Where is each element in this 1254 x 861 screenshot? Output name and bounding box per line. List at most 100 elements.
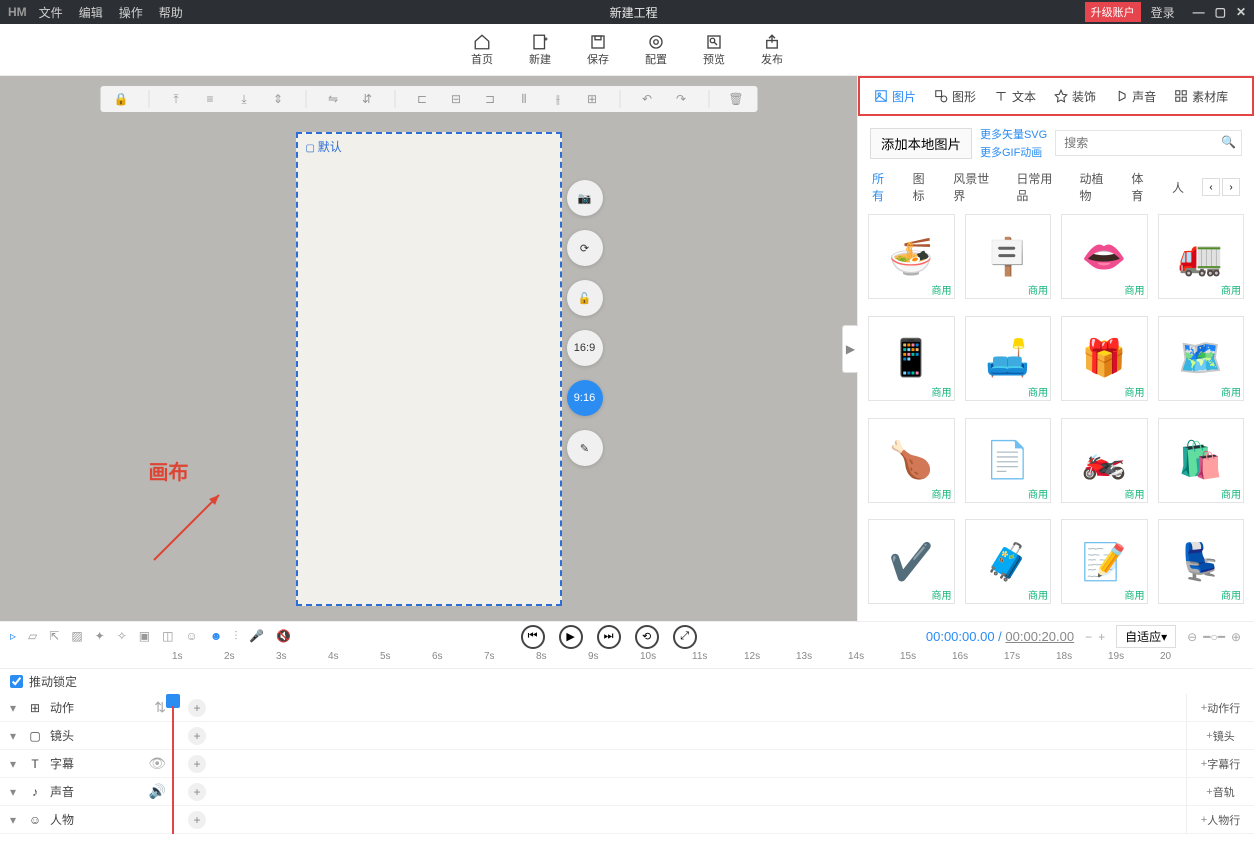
track-expand-button[interactable]: ▾ [6, 785, 20, 799]
cat-prev-button[interactable]: ‹ [1202, 178, 1220, 196]
prev-frame-button[interactable]: ⏮ [521, 625, 545, 649]
more-svg-link[interactable]: 更多矢量SVG [980, 126, 1047, 142]
undo-icon[interactable]: ↶ [638, 90, 656, 108]
frame-icon[interactable]: ◫ [162, 629, 173, 644]
asset-thumb[interactable]: 📝商用 [1061, 519, 1148, 604]
dist-v-icon[interactable]: ⫲ [549, 90, 567, 108]
menu-help[interactable]: 帮助 [159, 4, 183, 21]
pencil-icon[interactable]: ✎ [567, 430, 603, 466]
track-add-button[interactable]: 镜头 [1186, 722, 1254, 749]
asset-thumb[interactable]: 🗺️商用 [1158, 316, 1245, 401]
cat-sports[interactable]: 体育 [1131, 170, 1154, 204]
align-vcenter-icon[interactable]: ≡ [201, 90, 219, 108]
unlock-icon[interactable]: 🔓 [567, 280, 603, 316]
export-icon[interactable]: ⇱ [49, 629, 59, 644]
push-lock-checkbox[interactable] [10, 675, 23, 688]
toolbar-save[interactable]: 保存 [587, 33, 609, 67]
maximize-button[interactable]: ▢ [1215, 5, 1226, 19]
next-frame-button[interactable]: ⏭ [597, 625, 621, 649]
close-button[interactable]: ✕ [1236, 5, 1246, 19]
track-expand-button[interactable]: ▾ [6, 729, 20, 743]
align-bottom-icon[interactable]: ⤓ [235, 90, 253, 108]
login-button[interactable]: 登录 [1151, 4, 1175, 21]
asset-thumb[interactable]: 💺商用 [1158, 519, 1245, 604]
transition-icon[interactable]: ✦ [95, 629, 105, 644]
ruler-zoom-out-button[interactable]: ⊖ [1187, 630, 1197, 644]
track-add-keyframe[interactable]: + [188, 755, 206, 773]
dist-h-icon[interactable]: ⫴ [515, 90, 533, 108]
asset-thumb[interactable]: 👄商用 [1061, 214, 1148, 299]
panel-collapse-handle[interactable]: ▶ [842, 325, 858, 373]
fit-button[interactable]: 自适应 ▾ [1116, 625, 1176, 648]
rotate-icon[interactable]: ⟳ [567, 230, 603, 266]
upgrade-account-button[interactable]: 升级账户 [1085, 2, 1141, 22]
align-edges-icon[interactable]: ⊞ [583, 90, 601, 108]
cat-people[interactable]: 人 [1172, 179, 1184, 196]
track-add-button[interactable]: 人物行 [1186, 806, 1254, 833]
track-add-keyframe[interactable]: + [188, 699, 206, 717]
track-body[interactable]: + [172, 806, 1186, 833]
asset-thumb[interactable]: 🪧商用 [965, 214, 1052, 299]
asset-thumb[interactable]: 🧳商用 [965, 519, 1052, 604]
track-body[interactable]: + [172, 694, 1186, 721]
toolbar-preview[interactable]: 预览 [703, 33, 725, 67]
cat-scenery[interactable]: 风景世界 [953, 170, 998, 204]
timeline-ruler[interactable]: 1s2s3s4s5s6s7s8s9s10s11s12s13s14s15s16s1… [0, 651, 1254, 669]
more-gif-link[interactable]: 更多GIF动画 [980, 144, 1047, 160]
menu-action[interactable]: 操作 [119, 4, 143, 21]
asset-thumb[interactable]: 📄商用 [965, 418, 1052, 503]
playhead[interactable] [172, 694, 174, 834]
mic-icon[interactable]: 🎤 [249, 629, 264, 644]
cat-all[interactable]: 所有 [872, 170, 895, 204]
track-add-keyframe[interactable]: + [188, 811, 206, 829]
toolbar-config[interactable]: 配置 [645, 33, 667, 67]
track-body[interactable]: + [172, 750, 1186, 777]
asset-thumb[interactable]: 🏍️商用 [1061, 418, 1148, 503]
track-add-keyframe[interactable]: + [188, 727, 206, 745]
tab-text[interactable]: 文本 [988, 84, 1042, 109]
zoom-out-button[interactable]: − [1085, 630, 1092, 644]
mute-icon[interactable]: 🔇 [276, 629, 291, 644]
menu-file[interactable]: 文件 [39, 4, 63, 21]
artboard[interactable]: 默认 [296, 132, 562, 606]
tab-shape[interactable]: 图形 [928, 84, 982, 109]
track-extra-icon[interactable]: 👁 [148, 755, 166, 772]
effect-icon[interactable]: ▨ [71, 629, 82, 644]
search-icon[interactable]: 🔍 [1221, 135, 1236, 149]
toolbar-publish[interactable]: 发布 [761, 33, 783, 67]
ruler-slider[interactable]: ━○━ [1203, 630, 1225, 644]
delete-icon[interactable]: 🗑 [727, 90, 745, 108]
person2-icon[interactable]: ☻ [210, 629, 223, 644]
align-hcenter-icon[interactable]: ⊟ [447, 90, 465, 108]
track-expand-button[interactable]: ▾ [6, 701, 20, 715]
zoom-in-button[interactable]: + [1098, 630, 1105, 644]
align-stretch-icon[interactable]: ⇕ [269, 90, 287, 108]
asset-thumb[interactable]: 🍜商用 [868, 214, 955, 299]
asset-thumb[interactable]: ✔️商用 [868, 519, 955, 604]
minimize-button[interactable]: — [1193, 5, 1205, 19]
fullscreen-button[interactable]: ⤢ [673, 625, 697, 649]
asset-thumb[interactable]: 🛍️商用 [1158, 418, 1245, 503]
cat-next-button[interactable]: › [1222, 178, 1240, 196]
aspect-9-16-button[interactable]: 9:16 [567, 380, 603, 416]
tab-library[interactable]: 素材库 [1168, 84, 1234, 109]
video-icon[interactable]: ▹ [10, 629, 16, 644]
redo-icon[interactable]: ↷ [672, 90, 690, 108]
image-icon[interactable]: ▣ [139, 629, 150, 644]
track-body[interactable]: + [172, 778, 1186, 805]
tab-sound[interactable]: 声音 [1108, 84, 1162, 109]
align-left-icon[interactable]: ⊏ [413, 90, 431, 108]
align-top-icon[interactable]: ⤒ [167, 90, 185, 108]
loop-button[interactable]: ⟲ [635, 625, 659, 649]
aspect-16-9-button[interactable]: 16:9 [567, 330, 603, 366]
track-add-button[interactable]: 动作行 [1186, 694, 1254, 721]
tab-image[interactable]: 图片 [868, 84, 922, 109]
align-right-icon[interactable]: ⊐ [481, 90, 499, 108]
camera-icon[interactable]: 📷 [567, 180, 603, 216]
asset-thumb[interactable]: 🍗商用 [868, 418, 955, 503]
track-extra-icon[interactable]: ⇅ [154, 699, 166, 716]
flip-h-icon[interactable]: ⇋ [324, 90, 342, 108]
search-input[interactable] [1055, 130, 1242, 156]
crop-icon[interactable]: ▱ [28, 629, 37, 644]
asset-thumb[interactable]: 🚛商用 [1158, 214, 1245, 299]
